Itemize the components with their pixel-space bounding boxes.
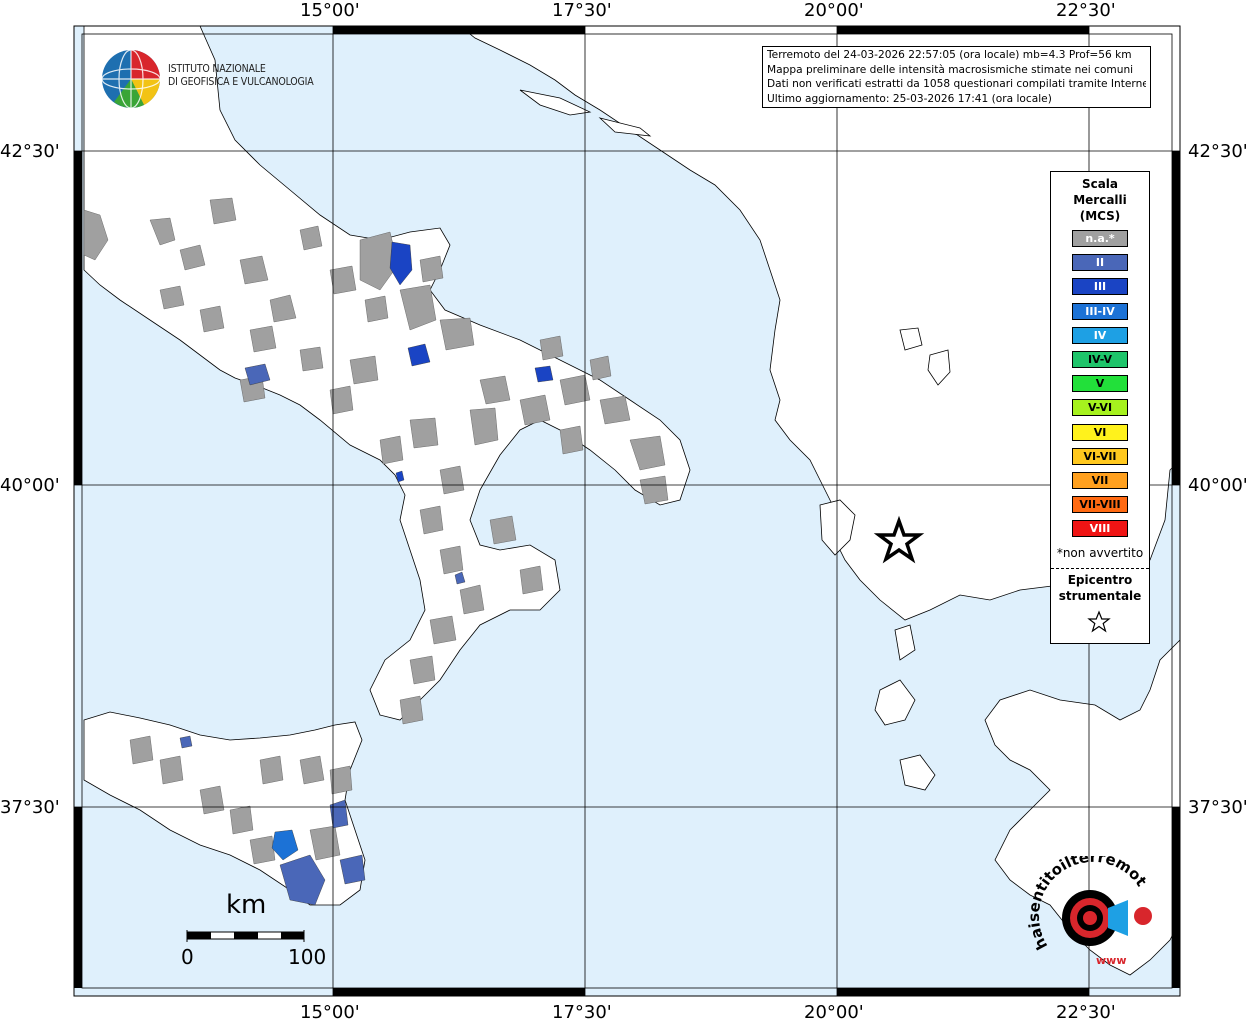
lat-label-right-3: 37°30' [1188, 797, 1248, 818]
info-line-4: Ultimo aggiornamento: 25-03-2026 17:41 (… [767, 93, 1052, 106]
globe-icon [101, 49, 161, 109]
info-line-2: Mappa preliminare delle intensità macros… [767, 63, 1134, 76]
legend-title-line-3: (MCS) [1079, 209, 1121, 223]
legend-item: n.a.* [1072, 230, 1128, 247]
logo-line-1: ISTITUTO NAZIONALE [168, 63, 266, 75]
legend-title-line-1: Scala [1081, 177, 1119, 191]
legend-item: VI-VII [1072, 448, 1128, 465]
lat-label-right-1: 42°30' [1188, 141, 1248, 162]
legend-item: III [1072, 278, 1128, 295]
lon-label-top-1: 15°00' [300, 0, 360, 21]
scale-bar: km 0 100 [180, 890, 340, 980]
haisentito-logo: haisentitoilterremoto.it www [1028, 856, 1152, 967]
lat-label-left-1: 42°30' [0, 141, 60, 162]
lon-label-bottom-1: 15°00' [300, 1002, 360, 1023]
legend-item: VIII [1072, 520, 1128, 537]
lat-label-left-3: 37°30' [0, 797, 60, 818]
logo-line-2: DI GEOFISICA E VULCANOLOGIA [168, 76, 314, 88]
legend-item: V-VI [1072, 399, 1128, 416]
mcs-legend: Scala Mercalli (MCS) n.a.* II III III-IV IV I… [1050, 171, 1150, 644]
scale-ruler [186, 930, 305, 942]
legend-item: V [1072, 375, 1128, 392]
lon-label-bottom-3: 20°00' [804, 1002, 864, 1023]
legend-separator [1051, 568, 1149, 569]
scale-end: 100 [288, 945, 327, 969]
legend-item: VII [1072, 472, 1128, 489]
info-line-1: Terremoto del 24-03-2026 22:57:05 (ora l… [767, 49, 1132, 61]
epicenter-star-icon [1087, 610, 1111, 633]
legend-epicenter-line-2: strumentale [1058, 589, 1142, 603]
lon-label-top-2: 17°30' [552, 0, 612, 21]
lon-label-bottom-2: 17°30' [552, 1002, 612, 1023]
legend-title: Scala Mercalli (MCS) [1051, 176, 1149, 224]
scale-start: 0 [181, 945, 194, 969]
lon-label-top-3: 20°00' [804, 0, 864, 21]
info-line-3: Dati non verificati estratti da 1058 que… [767, 78, 1146, 91]
legend-item: VI [1072, 424, 1128, 441]
ingv-logo: ISTITUTO NAZIONALE DI GEOFISICA E VULCAN… [100, 48, 340, 110]
logo-www: www [1096, 954, 1127, 967]
lat-label-right-2: 40°00' [1188, 475, 1248, 496]
lon-label-top-4: 22°30' [1056, 0, 1116, 21]
legend-title-line-2: Mercalli [1073, 193, 1127, 207]
lat-label-left-2: 40°00' [0, 475, 60, 496]
legend-item: II [1072, 254, 1128, 271]
legend-epicenter-label: Epicentro strumentale [1051, 572, 1149, 604]
legend-item: III-IV [1072, 303, 1128, 320]
legend-item: IV-V [1072, 351, 1128, 368]
scale-unit: km [226, 890, 267, 920]
event-info-box: Terremoto del 24-03-2026 22:57:05 (ora l… [762, 46, 1151, 108]
legend-note: *non avvertito [1056, 546, 1144, 560]
legend-item: VII-VIII [1072, 496, 1128, 513]
legend-item: IV [1072, 327, 1128, 344]
lon-label-bottom-4: 22°30' [1056, 1002, 1116, 1023]
legend-epicenter-line-1: Epicentro [1067, 573, 1133, 587]
